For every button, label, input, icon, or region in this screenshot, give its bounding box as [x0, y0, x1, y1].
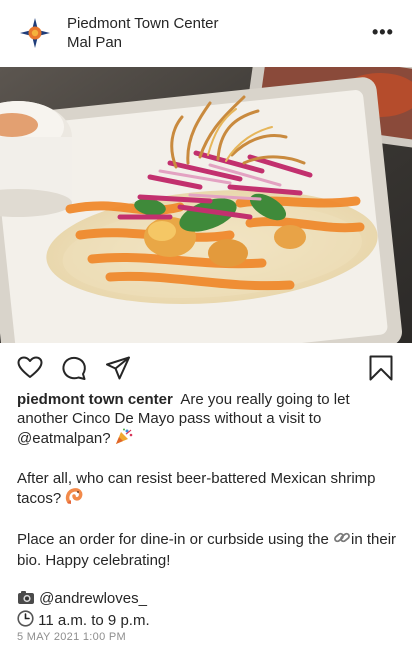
comment-button[interactable]: [61, 355, 87, 381]
paper-plane-icon: [106, 356, 130, 380]
clock-icon: [17, 610, 34, 632]
caption-paragraph-3: Place an order for dine-in or curbside u…: [17, 529, 397, 570]
save-button[interactable]: [368, 355, 394, 381]
caption-username[interactable]: piedmont town center: [17, 391, 173, 408]
shrimp-icon: [65, 488, 83, 510]
comment-icon: [62, 356, 86, 380]
caption-paragraph-4: @andrewloves_ 11 a.m. to 9 p.m.: [17, 589, 397, 632]
post-actions: [0, 343, 412, 389]
party-popper-icon: [115, 428, 133, 450]
post-photo[interactable]: [0, 67, 412, 343]
photo-credit-line: @andrewloves_: [17, 589, 397, 610]
hours-text: 11 a.m. to 9 p.m.: [38, 612, 150, 629]
account-info: Piedmont Town Center Mal Pan: [67, 14, 218, 52]
heart-icon: [17, 356, 43, 378]
photo-credit[interactable]: @andrewloves_: [39, 590, 147, 607]
post-header: Piedmont Town Center Mal Pan •••: [0, 0, 412, 67]
caption-text-3a: Place an order for dine-in or curbside u…: [17, 531, 329, 548]
taco-photo: [0, 67, 412, 343]
caption-paragraph-2: After all, who can resist beer-battered …: [17, 469, 397, 510]
camera-icon: [17, 590, 35, 610]
post-caption: piedmont town center Are you really goin…: [17, 390, 397, 632]
hours-line: 11 a.m. to 9 p.m.: [17, 610, 397, 632]
share-button[interactable]: [105, 355, 131, 381]
compass-logo-icon: [20, 18, 50, 48]
account-name[interactable]: Piedmont Town Center: [67, 14, 218, 33]
account-avatar[interactable]: [19, 17, 51, 49]
caption-paragraph-1: piedmont town center Are you really goin…: [17, 390, 397, 450]
bookmark-icon: [369, 355, 393, 381]
post-timestamp: 5 MAY 2021 1:00 PM: [17, 631, 126, 643]
more-options-button[interactable]: •••: [372, 22, 396, 42]
link-icon: [333, 529, 351, 551]
like-button[interactable]: [17, 355, 43, 381]
post-location[interactable]: Mal Pan: [67, 33, 218, 52]
